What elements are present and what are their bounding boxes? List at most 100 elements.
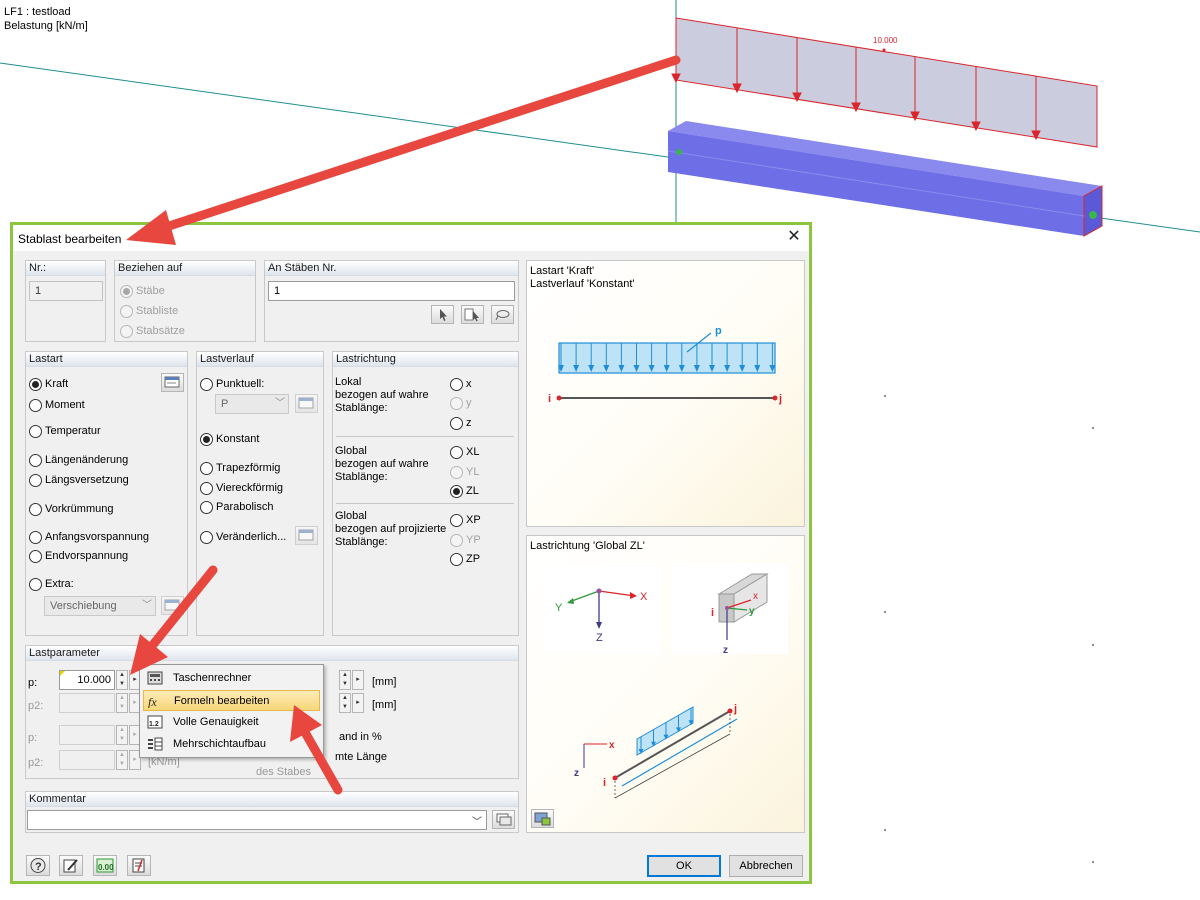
radio-moment[interactable]: Moment: [29, 397, 85, 413]
unit-mm-1: [mm]: [372, 676, 397, 688]
menu-item-mehrschichtaufbau[interactable]: Mehrschichtaufbau: [143, 734, 320, 755]
radio-xp[interactable]: XP: [450, 512, 481, 528]
help-icon: ?: [30, 858, 46, 873]
veraenderlich-details-button[interactable]: [295, 526, 318, 545]
staebe-nr-field[interactable]: 1: [268, 281, 515, 301]
punktuell-details-button[interactable]: [295, 394, 318, 413]
edit-dialog-icon: [164, 599, 180, 611]
radio-z[interactable]: z: [450, 415, 472, 431]
full-precision-icon: 1.2: [147, 715, 163, 729]
menu-item-volle-genauigkeit[interactable]: 1.2 Volle Genauigkeit: [143, 712, 320, 733]
group-beziehen: Beziehen auf Stäbe Stabliste Stabsätze: [114, 260, 256, 342]
svg-text:1.2: 1.2: [149, 721, 159, 728]
extra-combo-value: Verschiebung: [50, 600, 117, 612]
p-spinner[interactable]: ▲ ▼: [116, 670, 128, 690]
radio-zp[interactable]: ZP: [450, 551, 480, 567]
radio-trapezfoermig[interactable]: Trapezförmig: [200, 460, 280, 476]
radio-stabliste[interactable]: Stabliste: [120, 303, 178, 319]
local-y-label: y: [749, 606, 755, 617]
radio-extra[interactable]: Extra:: [29, 576, 74, 592]
radio-punktuell[interactable]: Punktuell:: [200, 376, 264, 392]
kommentar-button[interactable]: [492, 810, 515, 829]
radio-veraenderlich[interactable]: Veränderlich...: [200, 529, 286, 545]
help-button[interactable]: ?: [26, 855, 50, 876]
menu-item-taschenrechner[interactable]: Taschenrechner: [143, 668, 320, 689]
ok-button[interactable]: OK: [647, 855, 721, 877]
chevron-down-icon[interactable]: ﹀: [472, 813, 482, 828]
radio-staebe[interactable]: Stäbe: [120, 283, 165, 299]
p4-input[interactable]: [59, 750, 115, 770]
units-icon: [132, 858, 145, 873]
a-spinner[interactable]: ▲ ▼: [339, 670, 351, 690]
radio-parabolisch[interactable]: Parabolisch: [200, 499, 273, 515]
edit-button[interactable]: [59, 855, 83, 876]
iso-j-label: j: [733, 703, 737, 715]
radio-xl[interactable]: XL: [450, 444, 479, 460]
radio-temperatur[interactable]: Temperatur: [29, 423, 101, 439]
edit-dialog-icon: [298, 397, 314, 409]
cancel-button[interactable]: Abbrechen: [729, 855, 803, 877]
svg-text:fx: fx: [148, 695, 157, 708]
preview-top-panel: Lastart 'Kraft' Lastverlauf 'Konstant' p…: [526, 260, 805, 527]
punktuell-combo[interactable]: P ﹀: [215, 394, 289, 414]
radio-laengsversetzung[interactable]: Längsversetzung: [29, 472, 129, 488]
b-menu-button[interactable]: ▸: [352, 693, 364, 713]
percent-text: and in %: [339, 731, 382, 743]
p3-input[interactable]: [59, 725, 115, 745]
direction-diagram: X Y Z x y z i x z i j: [544, 564, 788, 799]
edit-dialog-icon: [164, 376, 180, 388]
b-spinner[interactable]: ▲ ▼: [339, 693, 351, 713]
units-button[interactable]: [127, 855, 151, 876]
precision-button[interactable]: 0.00: [93, 855, 117, 876]
radio-zl[interactable]: ZL: [450, 483, 479, 499]
radio-endvorspannung[interactable]: Endvorspannung: [29, 548, 128, 564]
menu-item-formeln-bearbeiten[interactable]: fx Formeln bearbeiten: [143, 690, 320, 711]
label-i: i: [548, 393, 551, 405]
radio-laengenaenderung[interactable]: Längenänderung: [29, 452, 128, 468]
stablast-dialog: Stablast bearbeiten ✕ Nr.: 1 Beziehen au…: [10, 222, 812, 884]
menu-item-label: Formeln bearbeiten: [174, 695, 270, 707]
display-options-icon: [534, 812, 551, 826]
p2-input[interactable]: [59, 693, 115, 713]
p-input[interactable]: 10.000: [59, 670, 115, 690]
local-x-label: x: [753, 591, 758, 602]
preview-options-button[interactable]: [531, 809, 554, 828]
local-z-label: z: [723, 645, 728, 656]
radio-x[interactable]: x: [450, 376, 472, 392]
extra-details-button[interactable]: [161, 596, 184, 615]
p3-spinner[interactable]: ▲ ▼: [116, 725, 128, 745]
p2-spinner[interactable]: ▲ ▼: [116, 693, 128, 713]
radio-yp[interactable]: YP: [450, 532, 481, 548]
pick-member-button[interactable]: [431, 305, 454, 324]
radio-konstant[interactable]: Konstant: [200, 431, 259, 447]
close-button[interactable]: ✕: [781, 226, 807, 250]
dialog-title: Stablast bearbeiten: [18, 232, 122, 246]
length-text: mte Länge: [335, 751, 387, 763]
a-menu-button[interactable]: ▸: [352, 670, 364, 690]
radio-kraft[interactable]: Kraft: [29, 376, 68, 392]
lastart-details-button[interactable]: [161, 373, 184, 392]
radio-vorkruemmung[interactable]: Vorkrümmung: [29, 501, 113, 517]
chevron-down-icon: ﹀: [275, 398, 285, 409]
label-j: j: [778, 393, 782, 405]
pick-list-button[interactable]: [461, 305, 484, 324]
radio-yl[interactable]: YL: [450, 464, 479, 480]
divider: [336, 503, 514, 504]
dialog-titlebar: Stablast bearbeiten ✕: [13, 225, 809, 251]
kommentar-input[interactable]: [27, 810, 487, 830]
nr-field[interactable]: 1: [29, 281, 103, 301]
group-lastrichtung: Lastrichtung Lokal bezogen auf wahre Sta…: [332, 351, 519, 636]
radio-anfangsvorspannung[interactable]: Anfangsvorspannung: [29, 529, 149, 545]
p3-label: p:: [28, 732, 38, 744]
cursor-pick-icon: [440, 309, 447, 321]
p4-spinner[interactable]: ▲ ▼: [116, 750, 128, 770]
extra-combo[interactable]: Verschiebung ﹀: [44, 596, 156, 616]
radio-viereckfoermig[interactable]: Viereckförmig: [200, 480, 283, 496]
radio-y[interactable]: y: [450, 395, 472, 411]
svg-text:?: ?: [35, 861, 42, 873]
p-label: p:: [28, 677, 38, 689]
radio-stabsaetze[interactable]: Stabsätze: [120, 323, 185, 339]
group-beziehen-header: Beziehen auf: [115, 261, 255, 276]
select-button[interactable]: [491, 305, 514, 324]
iso-i-label: i: [603, 777, 606, 789]
